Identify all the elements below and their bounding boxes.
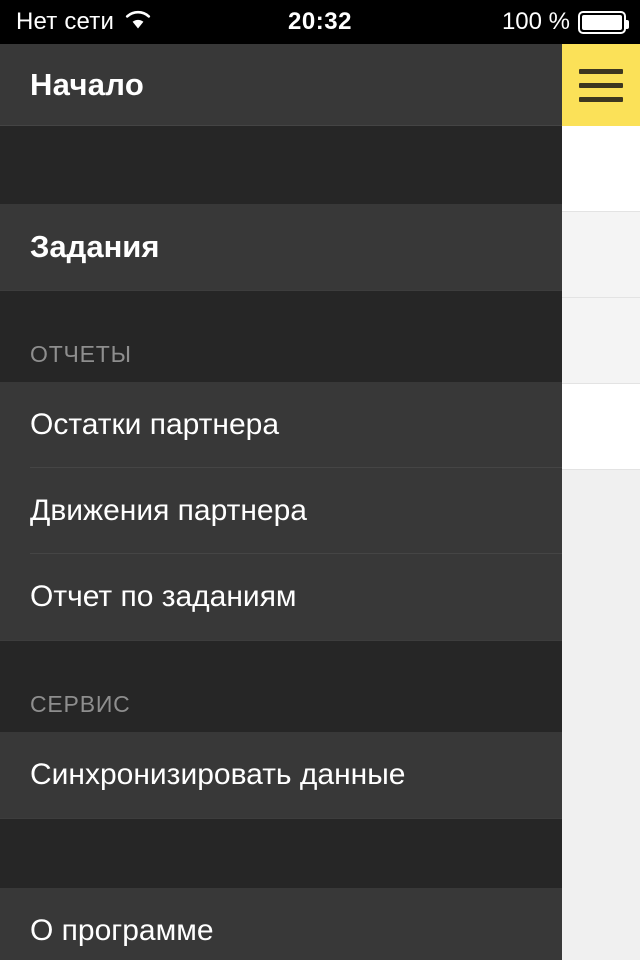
phone-screen: Получение товара Добавить задание Отгруз… <box>0 0 640 960</box>
status-bar-right: 100 % <box>501 0 629 44</box>
sidebar-spacer-bottom <box>0 818 562 888</box>
sidebar-item-sinhronizirovat-dannye[interactable]: Синхронизировать данные <box>0 732 562 818</box>
status-bar: Нет сети 20:32 100 % <box>0 0 640 44</box>
hamburger-line-2 <box>579 82 623 88</box>
sidebar-item-label: О программе <box>30 914 214 947</box>
sidebar-section-label: СЕРВИС <box>30 691 131 717</box>
sidebar-section-servis: СЕРВИС <box>0 640 562 732</box>
battery-percent-label: 100 % <box>501 8 570 35</box>
drawer-spacer-top <box>0 126 562 204</box>
sidebar-item-ostatki-partnera[interactable]: Остатки партнера <box>0 382 562 468</box>
hamburger-line-1 <box>579 68 623 74</box>
battery-level-fill <box>582 14 622 30</box>
drawer-header: Начало <box>0 44 562 126</box>
sidebar-item-zadaniya[interactable]: Задания <box>0 204 562 290</box>
sidebar-item-label: Движения партнера <box>30 494 307 527</box>
sidebar-item-dvizheniya-partnera[interactable]: Движения партнера <box>0 468 562 554</box>
battery-full-icon <box>578 10 629 34</box>
sidebar-item-label: Остатки партнера <box>30 408 280 441</box>
clock-label: 20:32 <box>288 8 352 35</box>
battery-cap <box>626 19 629 29</box>
hamburger-line-3 <box>579 96 623 102</box>
sidebar-item-label: Отчет по заданиям <box>30 580 297 613</box>
side-drawer: Начало Задания ОТЧЕТЫ Остатки партнера Д… <box>0 44 562 960</box>
sidebar-item-o-programme[interactable]: О программе <box>0 888 562 960</box>
page-title: Начало <box>30 66 145 102</box>
hamburger-menu-icon[interactable] <box>562 44 640 126</box>
sidebar-section-label: ОТЧЕТЫ <box>30 341 132 367</box>
sidebar-item-otchet-po-zadaniyam[interactable]: Отчет по заданиям <box>0 554 562 640</box>
sidebar-item-label: Задания <box>30 229 160 264</box>
sidebar-item-label: Синхронизировать данные <box>30 758 406 791</box>
sidebar-section-otchety: ОТЧЕТЫ <box>0 290 562 382</box>
